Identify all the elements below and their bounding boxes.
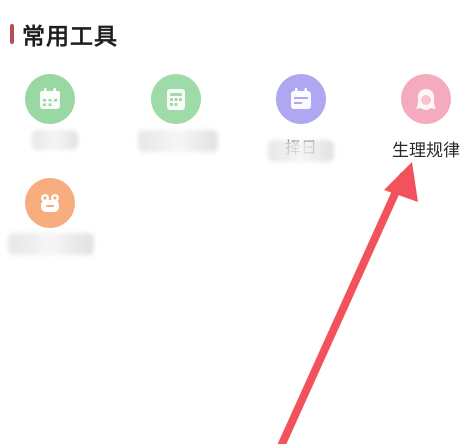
privacy-blur — [8, 233, 94, 255]
calendar-icon — [25, 74, 75, 124]
section-accent-bar — [10, 24, 14, 44]
tool-item-almanac[interactable] — [116, 74, 236, 184]
section-title: 常用工具 — [22, 24, 118, 50]
tool-item-calendar[interactable] — [0, 74, 110, 184]
section-header: 常用工具 — [10, 20, 118, 50]
privacy-blur — [32, 130, 78, 150]
frog-icon — [25, 178, 75, 228]
woman-face-icon — [401, 74, 451, 124]
privacy-blur — [138, 130, 218, 152]
almanac-icon — [151, 74, 201, 124]
tool-label: 生理规律 — [392, 141, 460, 161]
tool-item-date-picker[interactable]: 择日 — [241, 74, 361, 184]
tool-item-menstrual-cycle[interactable]: 生理规律 — [366, 74, 472, 184]
arrow-shaft — [278, 172, 407, 444]
date-picker-icon — [276, 74, 326, 124]
privacy-blur — [268, 140, 334, 162]
